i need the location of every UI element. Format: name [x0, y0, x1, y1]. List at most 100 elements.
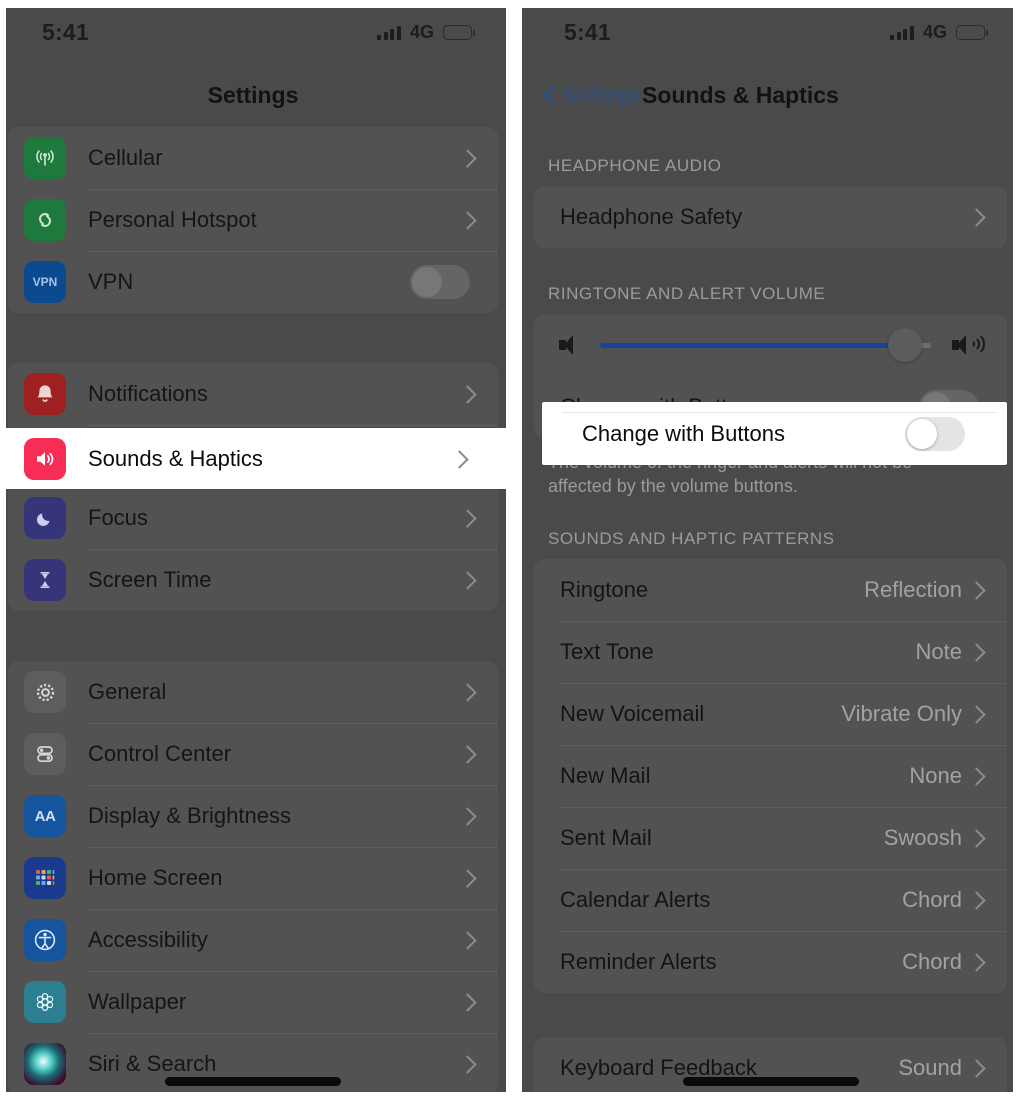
right-phone-screenshot: 5:41 4G Settings Sounds & Haptics HEADPH…	[522, 0, 1019, 1096]
chevron-right-icon	[461, 569, 474, 591]
row-label: New Voicemail	[560, 700, 705, 726]
chevron-left-icon	[544, 86, 555, 104]
speaker-high-icon	[949, 332, 985, 358]
chevron-right-icon	[970, 206, 983, 228]
row-label: Sent Mail	[560, 824, 652, 850]
sidebar-item-label: Siri & Search	[88, 1051, 217, 1076]
row-label: Calendar Alerts	[560, 886, 711, 912]
row-text-tone[interactable]: Text Tone Note	[534, 620, 1007, 683]
left-nav-bar: Settings	[0, 64, 506, 124]
sounds-haptics-app-icon	[24, 437, 66, 480]
sidebar-item-cellular[interactable]: Cellular	[8, 127, 498, 189]
sidebar-item-label: Personal Hotspot	[88, 207, 257, 232]
battery-icon	[443, 24, 476, 40]
chevron-right-icon	[970, 703, 983, 725]
row-keyboard-feedback[interactable]: Keyboard Feedback Sound	[534, 1037, 1007, 1096]
row-value: Chord	[902, 948, 962, 974]
sidebar-item-screen-time[interactable]: Screen Time	[8, 549, 498, 611]
sounds-haptics-list: HEADPHONE AUDIO Headphone Safety RINGTON…	[522, 132, 1019, 1096]
sidebar-item-label: Cellular	[88, 145, 163, 170]
back-button[interactable]: Settings	[544, 82, 642, 108]
network-type-label: 4G	[922, 21, 947, 42]
settings-list: Cellular Personal Hotspot VPN VPN Notifi…	[0, 127, 506, 1096]
chevron-right-icon	[461, 681, 474, 703]
chevron-right-icon	[970, 827, 983, 849]
change-with-buttons-toggle[interactable]	[905, 416, 965, 451]
frame-edge-right	[1013, 0, 1019, 1096]
sidebar-item-accessibility[interactable]: Accessibility	[8, 909, 498, 971]
ringtone-volume-slider[interactable]	[600, 328, 931, 362]
sidebar-item-display-brightness[interactable]: AA Display & Brightness	[8, 785, 498, 847]
screen-time-app-icon	[24, 559, 66, 601]
chevron-right-icon	[461, 929, 474, 951]
ringtone-volume-slider-row[interactable]	[534, 314, 1007, 376]
sidebar-item-general[interactable]: General	[8, 661, 498, 723]
sidebar-item-home-screen[interactable]: Home Screen	[8, 847, 498, 909]
sidebar-item-label: VPN	[88, 269, 134, 294]
sidebar-item-personal-hotspot[interactable]: Personal Hotspot	[8, 189, 498, 251]
row-sent-mail[interactable]: Sent Mail Swoosh	[534, 806, 1007, 869]
sidebar-item-notifications[interactable]: Notifications	[8, 363, 498, 425]
row-label: Ringtone	[560, 576, 649, 602]
chevron-right-icon	[461, 867, 474, 889]
row-change-with-buttons[interactable]: Change with Buttons	[542, 402, 1007, 465]
screenshot-stage: 5:41 4G Settings Cellular Personal Hotsp…	[0, 0, 1019, 1096]
speaker-low-icon	[556, 332, 582, 358]
left-phone-screen: 5:41 4G Settings Cellular Personal Hotsp…	[0, 0, 506, 1096]
home-indicator	[682, 1077, 859, 1086]
status-bar-time: 5:41	[42, 18, 89, 45]
sidebar-item-focus[interactable]: Focus	[8, 487, 498, 549]
chevron-right-icon	[461, 147, 474, 169]
chevron-right-icon	[461, 383, 474, 405]
sidebar-item-wallpaper[interactable]: Wallpaper	[8, 971, 498, 1033]
sidebar-item-vpn[interactable]: VPN VPN	[8, 251, 498, 313]
display-brightness-app-icon: AA	[24, 795, 66, 837]
control-center-app-icon	[24, 733, 66, 775]
row-value: Reflection	[864, 576, 962, 602]
row-ringtone[interactable]: Ringtone Reflection	[534, 559, 1007, 621]
row-calendar-alerts[interactable]: Calendar Alerts Chord	[534, 868, 1007, 931]
sidebar-item-label: Accessibility	[88, 927, 208, 952]
frame-edge-top	[0, 0, 1019, 8]
sidebar-item-label: Sounds & Haptics	[88, 445, 263, 471]
chevron-right-icon	[453, 448, 466, 470]
vpn-toggle[interactable]	[410, 265, 470, 299]
chevron-right-icon	[461, 1053, 474, 1075]
chevron-right-icon	[970, 765, 983, 787]
chevron-right-icon	[970, 579, 983, 601]
frame-edge-bottom	[0, 1092, 1019, 1096]
home-indicator	[165, 1077, 341, 1086]
sidebar-item-sounds-haptics[interactable]: Sounds & Haptics	[0, 428, 506, 489]
row-headphone-safety[interactable]: Headphone Safety	[534, 186, 1007, 248]
row-new-mail[interactable]: New Mail None	[534, 744, 1007, 807]
chevron-right-icon	[461, 507, 474, 529]
row-value: Vibrate Only	[841, 700, 962, 726]
chevron-right-icon	[461, 805, 474, 827]
right-phone-screen: 5:41 4G Settings Sounds & Haptics HEADPH…	[522, 0, 1019, 1096]
chevron-right-icon	[461, 209, 474, 231]
panel-gutter	[506, 0, 522, 1096]
page-title: Settings	[207, 82, 299, 108]
section-header-ringtone-volume: RINGTONE AND ALERT VOLUME	[548, 284, 826, 303]
chevron-right-icon	[970, 889, 983, 911]
row-value: Chord	[902, 886, 962, 912]
sidebar-item-label: Focus	[88, 505, 148, 530]
row-reminder-alerts[interactable]: Reminder Alerts Chord	[534, 930, 1007, 993]
row-label: Change with Buttons	[582, 420, 786, 446]
row-value: None	[909, 762, 962, 788]
siri-search-app-icon	[24, 1043, 66, 1085]
cellular-bars-icon	[890, 25, 914, 40]
left-phone-screenshot: 5:41 4G Settings Cellular Personal Hotsp…	[0, 0, 506, 1096]
focus-app-icon	[24, 497, 66, 539]
sidebar-item-control-center[interactable]: Control Center	[8, 723, 498, 785]
page-title: Sounds & Haptics	[642, 82, 839, 108]
row-label: New Mail	[560, 762, 651, 788]
row-new-voicemail[interactable]: New Voicemail Vibrate Only	[534, 682, 1007, 745]
section-header-headphone-audio: HEADPHONE AUDIO	[548, 156, 722, 175]
notifications-app-icon	[24, 373, 66, 415]
cellular-bars-icon	[377, 25, 401, 40]
accessibility-app-icon	[24, 919, 66, 961]
row-value: Note	[915, 638, 962, 664]
cellular-app-icon	[24, 137, 66, 179]
